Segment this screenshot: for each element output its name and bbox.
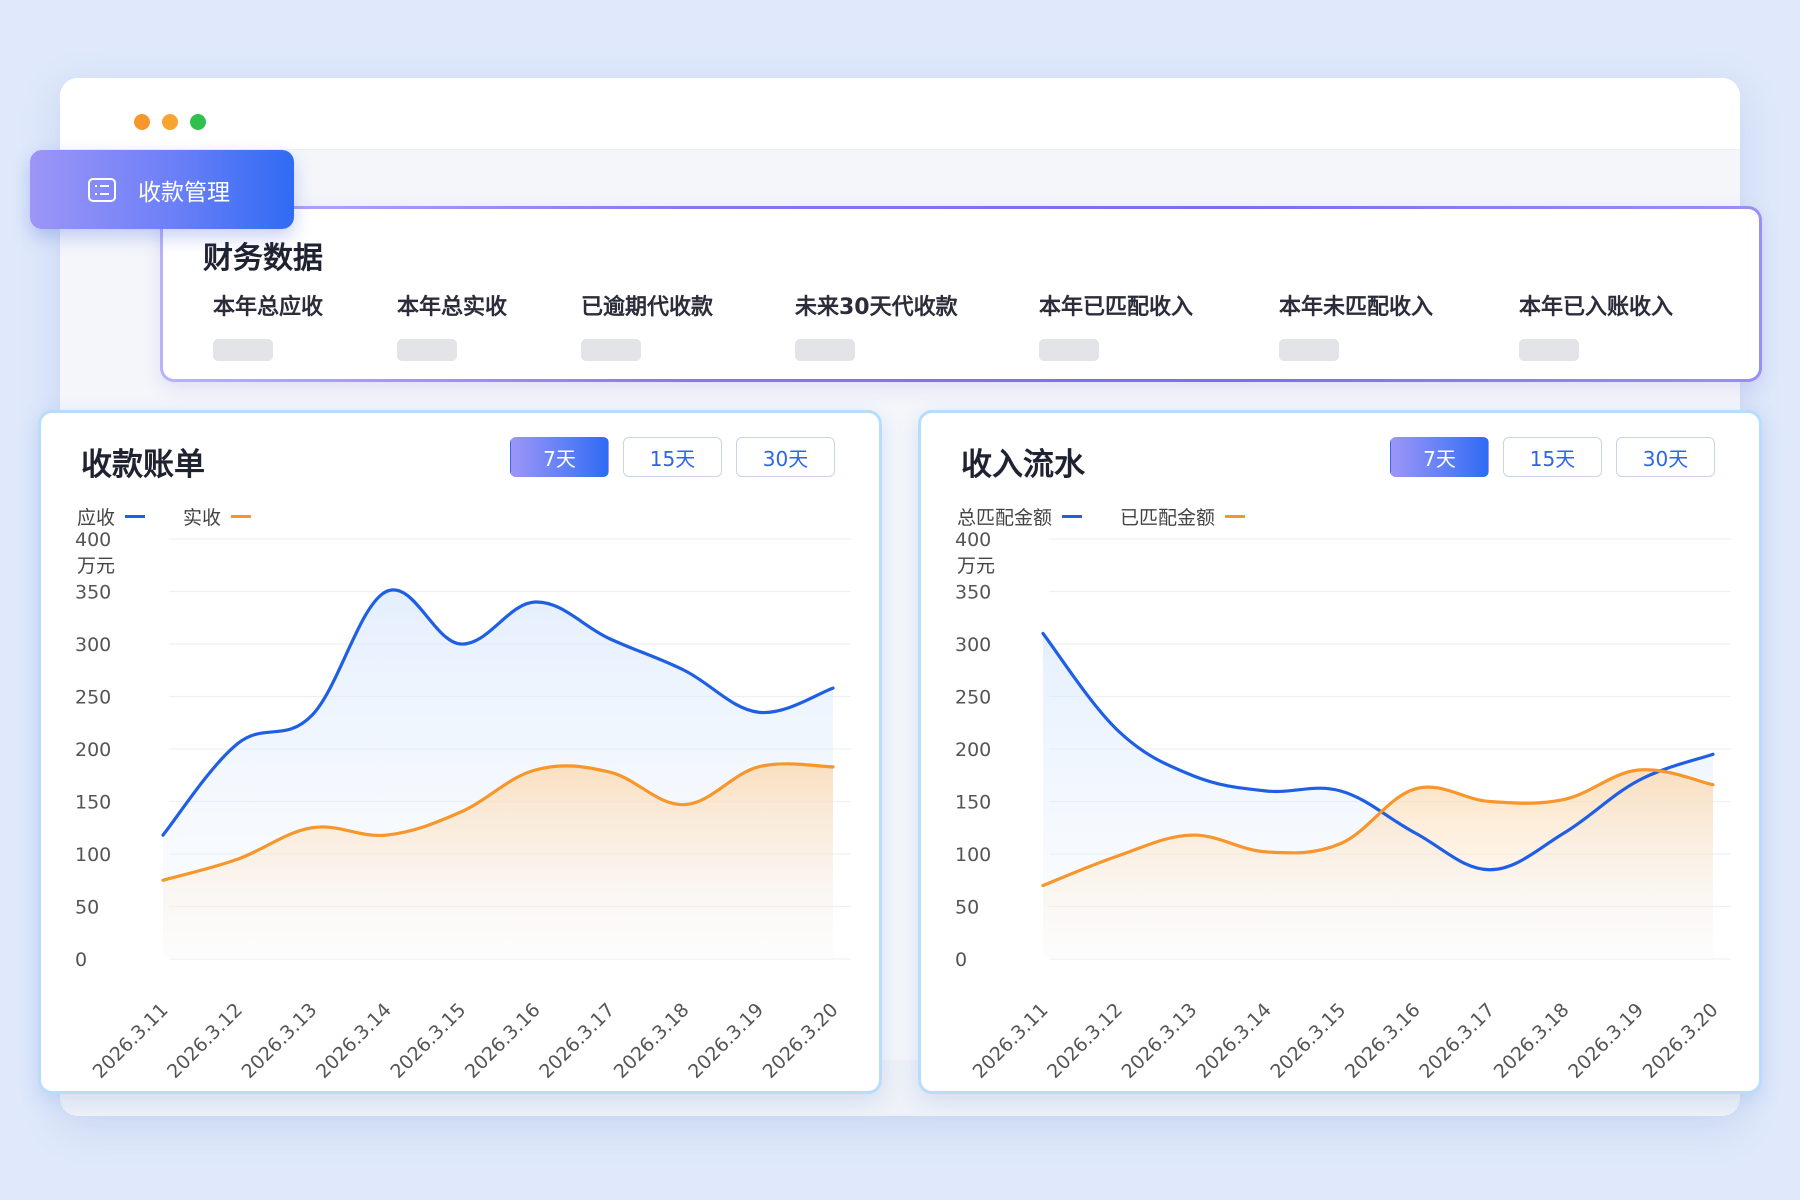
x-tick-label: 2026.3.16 bbox=[461, 999, 545, 1083]
y-tick-label: 100 bbox=[75, 844, 111, 866]
y-tick-label: 0 bbox=[75, 949, 87, 971]
value-placeholder bbox=[1039, 339, 1099, 361]
x-tick-label: 2026.3.17 bbox=[535, 999, 619, 1083]
y-tick-label: 100 bbox=[955, 844, 991, 866]
finance-item: 本年总应收 bbox=[213, 289, 323, 361]
finance-item-label: 本年总应收 bbox=[213, 295, 324, 320]
x-tick-label: 2026.3.11 bbox=[89, 999, 173, 1083]
y-tick-label: 50 bbox=[75, 897, 99, 919]
x-tick-label: 2026.3.17 bbox=[1415, 999, 1499, 1083]
finance-item: 本年已入账收入 bbox=[1519, 289, 1673, 361]
x-tick-label: 2026.3.20 bbox=[1639, 999, 1723, 1083]
finance-item-label: 未来30天代收款 bbox=[795, 295, 958, 320]
y-tick-label: 200 bbox=[75, 739, 111, 761]
x-tick-label: 2026.3.12 bbox=[163, 999, 247, 1083]
y-tick-label: 300 bbox=[75, 634, 111, 656]
finance-item: 本年未匹配收入 bbox=[1279, 289, 1433, 361]
module-badge-label: 收款管理 bbox=[138, 179, 230, 206]
finance-item: 本年已匹配收入 bbox=[1039, 289, 1193, 361]
x-tick-label: 2026.3.13 bbox=[237, 999, 321, 1083]
finance-item-label: 本年未匹配收入 bbox=[1279, 295, 1434, 320]
y-tick-label: 200 bbox=[955, 739, 991, 761]
window-titlebar bbox=[60, 78, 1740, 150]
y-tick-label: 250 bbox=[75, 687, 111, 709]
x-tick-label: 2026.3.15 bbox=[1266, 999, 1350, 1083]
finance-item-label: 本年总实收 bbox=[397, 295, 508, 320]
y-tick-label: 150 bbox=[75, 792, 111, 814]
module-badge[interactable]: 收款管理 bbox=[30, 150, 294, 229]
x-tick-label: 2026.3.19 bbox=[684, 999, 768, 1083]
x-tick-label: 2026.3.16 bbox=[1341, 999, 1425, 1083]
bill-chart-card: 收款账单 7天 15天 30天 应收 实收 万元 0 50 100 150 200 250… bbox=[38, 410, 882, 1094]
income-chart-card: 收入流水 7天 15天 30天 总匹配金额 已匹配金额 万元 0 50 100 150… bbox=[918, 410, 1762, 1094]
y-tick-label: 350 bbox=[75, 582, 111, 604]
x-tick-label: 2026.3.19 bbox=[1564, 999, 1648, 1083]
minimize-dot[interactable] bbox=[162, 114, 178, 130]
value-placeholder bbox=[213, 339, 273, 361]
finance-item-label: 本年已入账收入 bbox=[1519, 295, 1674, 320]
y-tick-label: 250 bbox=[955, 687, 991, 709]
value-placeholder bbox=[1519, 339, 1579, 361]
value-placeholder bbox=[795, 339, 855, 361]
x-tick-label: 2026.3.20 bbox=[759, 999, 843, 1083]
finance-item-label: 已逾期代收款 bbox=[581, 295, 714, 320]
list-icon bbox=[88, 177, 116, 202]
finance-item: 已逾期代收款 bbox=[581, 289, 713, 361]
x-tick-label: 2026.3.13 bbox=[1117, 999, 1201, 1083]
value-placeholder bbox=[397, 339, 457, 361]
finance-item: 未来30天代收款 bbox=[795, 289, 958, 361]
finance-item-label: 本年已匹配收入 bbox=[1039, 295, 1194, 320]
y-tick-label: 150 bbox=[955, 792, 991, 814]
finance-card: 财务数据 本年总应收 本年总实收 已逾期代收款 未来30天代收款 本年已匹配收入… bbox=[160, 206, 1762, 382]
close-dot[interactable] bbox=[134, 114, 150, 130]
y-tick-label: 0 bbox=[955, 949, 967, 971]
value-placeholder bbox=[581, 339, 641, 361]
y-tick-label: 400 bbox=[955, 529, 991, 551]
finance-item: 本年总实收 bbox=[397, 289, 507, 361]
bill-chart-plot: 0501001502002503003504002026.3.112026.3.… bbox=[75, 529, 851, 1083]
maximize-dot[interactable] bbox=[190, 114, 206, 130]
x-tick-label: 2026.3.18 bbox=[1490, 999, 1574, 1083]
finance-title: 财务数据 bbox=[203, 241, 323, 276]
x-tick-label: 2026.3.11 bbox=[969, 999, 1053, 1083]
x-tick-label: 2026.3.14 bbox=[312, 999, 396, 1083]
y-tick-label: 300 bbox=[955, 634, 991, 656]
y-tick-label: 350 bbox=[955, 582, 991, 604]
x-tick-label: 2026.3.15 bbox=[386, 999, 470, 1083]
x-tick-label: 2026.3.14 bbox=[1192, 999, 1276, 1083]
value-placeholder bbox=[1279, 339, 1339, 361]
x-tick-label: 2026.3.12 bbox=[1043, 999, 1127, 1083]
window-controls bbox=[134, 114, 206, 130]
y-tick-label: 50 bbox=[955, 897, 979, 919]
x-tick-label: 2026.3.18 bbox=[610, 999, 694, 1083]
income-chart-plot: 0501001502002503003504002026.3.112026.3.… bbox=[955, 529, 1731, 1083]
y-tick-label: 400 bbox=[75, 529, 111, 551]
